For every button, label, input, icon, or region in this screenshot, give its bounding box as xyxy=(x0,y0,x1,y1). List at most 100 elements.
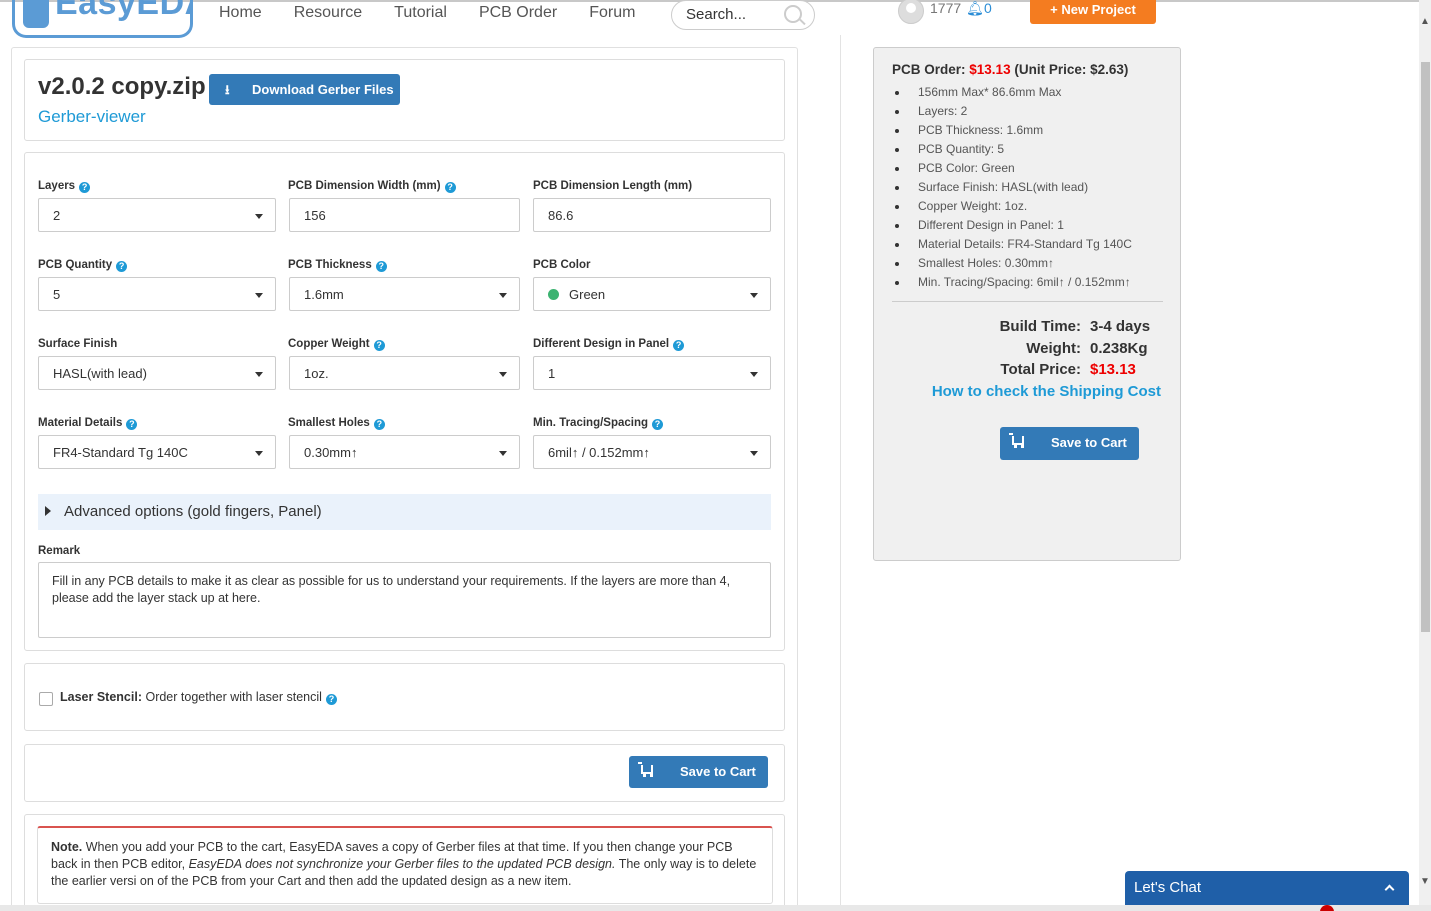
laser-stencil-desc: Order together with laser stencil xyxy=(145,690,322,704)
summary-save-to-cart-button[interactable]: Save to Cart xyxy=(1000,427,1139,460)
surface-value: HASL(with lead) xyxy=(53,366,147,381)
advanced-options-label: Advanced options (gold fingers, Panel) xyxy=(64,503,322,520)
save-to-cart-button[interactable]: Save to Cart xyxy=(629,756,768,788)
user-count: 1777 xyxy=(930,0,962,16)
lets-chat-widget[interactable]: Let's Chat xyxy=(1125,871,1409,905)
help-icon[interactable]: ? xyxy=(325,694,337,705)
avatar[interactable] xyxy=(898,0,924,24)
nav-forum[interactable]: Forum xyxy=(589,2,635,26)
vertical-scrollbar[interactable]: ▲ ▼ xyxy=(1419,0,1431,905)
material-label-text: Material Details xyxy=(38,417,123,429)
thickness-select[interactable]: 1.6mm xyxy=(289,277,520,311)
easyeda-logo[interactable]: EasyEDA xyxy=(12,0,193,38)
layers-label: Layers? xyxy=(38,180,91,193)
total-price-label: Total Price: xyxy=(1000,361,1081,378)
tracing-select[interactable]: 6mil↑ / 0.152mm↑ xyxy=(533,435,771,469)
length-input[interactable]: 86.6 xyxy=(533,198,771,232)
copper-label-text: Copper Weight xyxy=(288,338,370,350)
help-icon[interactable]: ? xyxy=(673,340,685,351)
bell-icon[interactable]: 🔔︎ xyxy=(966,0,984,17)
width-label: PCB Dimension Width (mm)? xyxy=(288,180,456,193)
color-select[interactable]: Green xyxy=(533,277,771,311)
notification-count[interactable]: 0 xyxy=(984,0,992,16)
help-icon[interactable]: ? xyxy=(126,419,138,430)
laser-stencil-card: Laser Stencil: Order together with laser… xyxy=(24,663,785,731)
design-value: 1 xyxy=(548,366,556,381)
help-icon[interactable]: ? xyxy=(373,340,385,351)
nav-tutorial[interactable]: Tutorial xyxy=(394,2,447,26)
scroll-up-icon[interactable]: ▲ xyxy=(1420,16,1430,27)
nav-resource[interactable]: Resource xyxy=(294,2,362,26)
laser-stencil-checkbox[interactable] xyxy=(39,692,53,706)
scroll-down-icon[interactable]: ▼ xyxy=(1420,876,1430,887)
remark-textarea[interactable]: Fill in any PCB details to make it as cl… xyxy=(38,562,771,638)
help-icon[interactable]: ? xyxy=(444,182,456,193)
total-price-value: $13.13 xyxy=(1090,361,1136,378)
list-item: 156mm Max* 86.6mm Max xyxy=(892,83,1132,102)
download-gerber-label: Download Gerber Files xyxy=(252,82,394,97)
list-item: PCB Quantity: 5 xyxy=(892,140,1132,159)
thickness-value: 1.6mm xyxy=(304,287,344,302)
holes-select[interactable]: 0.30mm↑ xyxy=(289,435,520,469)
advanced-options-toggle[interactable]: Advanced options (gold fingers, Panel) xyxy=(38,494,771,530)
download-icon: ⭳ xyxy=(225,82,230,97)
chevron-down-icon xyxy=(255,372,263,377)
help-icon[interactable]: ? xyxy=(79,182,91,193)
order-price: $13.13 xyxy=(969,62,1011,77)
main-nav: Home Resource Tutorial PCB Order Forum xyxy=(219,2,667,26)
color-label: PCB Color xyxy=(533,259,591,271)
list-item: Min. Tracing/Spacing: 6mil↑ / 0.152mm↑ xyxy=(892,273,1132,292)
pcb-options-card: Layers? 2 PCB Dimension Width (mm)? 156 … xyxy=(24,152,785,651)
horizontal-scrollbar[interactable] xyxy=(0,905,1431,911)
file-name: v2.0.2 copy.zip xyxy=(38,73,206,100)
gerber-viewer-link[interactable]: Gerber-viewer xyxy=(38,107,146,127)
list-item: Surface Finish: HASL(with lead) xyxy=(892,178,1132,197)
scroll-thumb[interactable] xyxy=(1421,62,1430,632)
download-gerber-button[interactable]: ⭳ Download Gerber Files xyxy=(209,74,400,105)
search-icon[interactable] xyxy=(784,5,802,23)
chevron-up-icon[interactable] xyxy=(1384,884,1395,895)
laser-stencil-text: Laser Stencil: Order together with laser… xyxy=(60,690,337,705)
copper-select[interactable]: 1oz. xyxy=(289,356,520,390)
tracing-value: 6mil↑ / 0.152mm↑ xyxy=(548,445,650,460)
layers-select[interactable]: 2 xyxy=(38,198,276,232)
material-select[interactable]: FR4-Standard Tg 140C xyxy=(38,435,276,469)
surface-select[interactable]: HASL(with lead) xyxy=(38,356,276,390)
layers-value: 2 xyxy=(53,208,61,223)
build-time-label: Build Time: xyxy=(999,318,1081,335)
weight-label: Weight: xyxy=(1026,340,1081,357)
quantity-value: 5 xyxy=(53,287,61,302)
list-item: PCB Color: Green xyxy=(892,159,1132,178)
copper-value: 1oz. xyxy=(304,366,329,381)
width-label-text: PCB Dimension Width (mm) xyxy=(288,180,441,192)
material-value: FR4-Standard Tg 140C xyxy=(53,445,188,460)
chevron-down-icon xyxy=(750,293,758,298)
help-icon[interactable]: ? xyxy=(375,261,387,272)
width-input[interactable]: 156 xyxy=(289,198,520,232)
chevron-down-icon xyxy=(750,372,758,377)
note-emphasis: EasyEDA does not synchronize your Gerber… xyxy=(188,857,616,871)
new-project-button[interactable]: + New Project xyxy=(1030,0,1156,24)
list-item: Different Design in Panel: 1 xyxy=(892,216,1132,235)
nav-pcb-order[interactable]: PCB Order xyxy=(479,2,557,26)
holes-label: Smallest Holes? xyxy=(288,417,385,430)
width-value: 156 xyxy=(304,208,326,223)
list-item: Smallest Holes: 0.30mm↑ xyxy=(892,254,1132,273)
order-label: PCB Order: xyxy=(892,62,966,77)
layers-label-text: Layers xyxy=(38,180,76,192)
order-summary-panel: PCB Order: $13.13 (Unit Price: $2.63) 15… xyxy=(873,47,1181,561)
search-input[interactable]: Search... xyxy=(671,0,815,30)
holes-label-text: Smallest Holes xyxy=(288,417,370,429)
chevron-down-icon xyxy=(499,372,507,377)
chevron-down-icon xyxy=(255,214,263,219)
file-header-card: v2.0.2 copy.zip ⭳ Download Gerber Files … xyxy=(24,59,785,141)
chevron-down-icon xyxy=(750,451,758,456)
nav-home[interactable]: Home xyxy=(219,2,262,26)
quantity-select[interactable]: 5 xyxy=(38,277,276,311)
help-icon[interactable]: ? xyxy=(373,419,385,430)
help-icon[interactable]: ? xyxy=(116,261,128,272)
help-icon[interactable]: ? xyxy=(652,419,664,430)
design-select[interactable]: 1 xyxy=(533,356,771,390)
shipping-cost-link[interactable]: How to check the Shipping Cost xyxy=(932,383,1161,400)
remark-label: Remark xyxy=(38,545,81,557)
